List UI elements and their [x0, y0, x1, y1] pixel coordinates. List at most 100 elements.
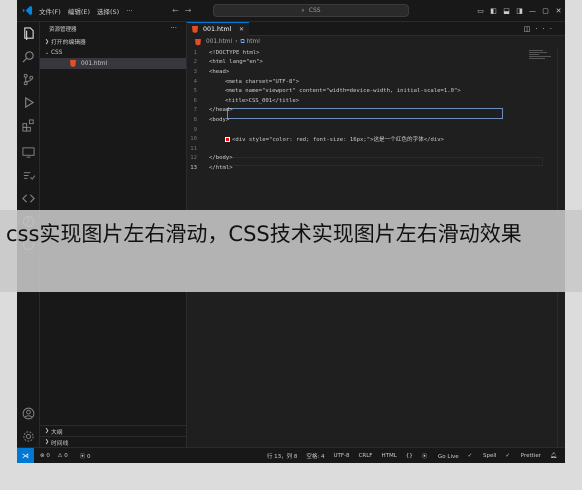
status-left: ⊗ 0 ⚠ 0 ⦿ 0	[40, 452, 103, 460]
bell-icon[interactable]: 🔔︎	[550, 453, 557, 459]
code-text: </head>	[209, 107, 233, 114]
chevron-right-icon: ❯	[44, 439, 50, 445]
breadcrumb-separator: ›	[235, 39, 238, 45]
explorer-icon[interactable]	[22, 27, 35, 40]
search-icon[interactable]	[22, 50, 35, 63]
encoding[interactable]: UTF-8	[334, 453, 350, 459]
code-line: 2 <html lang="en">	[187, 58, 565, 68]
layout-icon[interactable]: ▭	[474, 7, 487, 15]
outline-label: 大纲	[51, 429, 63, 436]
html-file-icon	[195, 38, 201, 46]
explorer-header: 资源管理器 ···	[40, 22, 186, 36]
code-line: 10 <div style="color: red; font-size: 16p…	[187, 134, 565, 144]
code-editor[interactable]: 1 <!DOCTYPE html> 2 <html lang="en"> 3 <hea…	[187, 48, 565, 173]
menu-selection[interactable]: 选择(S)	[97, 6, 119, 16]
minimap[interactable]	[529, 50, 553, 64]
editor-tabs: 001.html ✕ ◫ ···	[187, 22, 565, 36]
command-center-search[interactable]: ⌕ CSS	[213, 4, 409, 17]
language-mode[interactable]: HTML	[381, 453, 396, 459]
status-bar: ⋊ ⊗ 0 ⚠ 0 ⦿ 0 行 13，列 8 空格: 4 UTF-8 CRLF …	[17, 447, 565, 463]
file-item[interactable]: 001.html	[40, 58, 186, 69]
ports-count: 0	[87, 453, 91, 460]
menu-edit[interactable]: 编辑(E)	[68, 6, 90, 16]
breadcrumb-symbol[interactable]: html	[247, 39, 260, 45]
search-text: CSS	[308, 7, 321, 14]
code-text: <meta charset="UTF-8">	[225, 78, 300, 85]
account-icon[interactable]	[22, 407, 35, 420]
code-text: <title>CSS_001</title>	[225, 97, 300, 104]
editor-actions: ◫ ···	[524, 22, 565, 35]
layout-panel-icon[interactable]: ⬓	[500, 7, 513, 15]
line-number: 11	[190, 145, 197, 152]
folder-css[interactable]: ⌄ CSS	[40, 47, 186, 58]
remote-indicator-icon[interactable]: ⋊	[17, 447, 34, 463]
timeline-section[interactable]: ❯ 时间线	[40, 436, 187, 447]
run-debug-icon[interactable]	[22, 96, 35, 109]
ports-indicator[interactable]: ⦿ 0	[80, 452, 97, 460]
color-swatch[interactable]	[225, 136, 230, 142]
minimize-button[interactable]: —	[526, 7, 539, 15]
go-live-label: Go Live	[438, 453, 459, 460]
split-editor-icon[interactable]: ◫	[524, 25, 536, 33]
menu-more[interactable]: ···	[126, 7, 132, 15]
extensions-icon[interactable]	[22, 119, 35, 132]
code-text: <head>	[209, 68, 230, 75]
explorer-more-button[interactable]: ···	[170, 24, 177, 32]
html-file-icon	[192, 26, 198, 33]
file-label: 001.html	[81, 60, 108, 67]
line-number: 9	[193, 126, 197, 133]
cursor-position[interactable]: 行 13，列 8	[267, 452, 298, 460]
code-text: </body>	[209, 155, 233, 162]
code-line: 8 <body>	[187, 115, 565, 125]
source-control-icon[interactable]	[22, 73, 35, 86]
spell-label: Spell	[482, 452, 497, 459]
testing-icon[interactable]	[22, 169, 35, 182]
prettier-button[interactable]: ✓ Prettier	[505, 453, 541, 459]
tab-001-html[interactable]: 001.html ✕	[187, 22, 249, 36]
html-file-icon	[70, 60, 76, 67]
braces-icon[interactable]: {}	[406, 453, 413, 459]
line-number: 13	[190, 164, 197, 171]
window-controls: ▭ ◧ ⬓ ◨ — ▢ ✕	[474, 0, 565, 22]
forward-arrow-icon[interactable]: →	[185, 6, 198, 15]
code-line: 9	[187, 125, 565, 135]
spell-button[interactable]: ✓ Spell	[468, 453, 497, 459]
chevron-down-icon: ⌄	[44, 49, 50, 56]
line-number: 12	[190, 155, 197, 162]
end-of-line[interactable]: CRLF	[359, 453, 373, 459]
code-text: <html lang="en">	[209, 59, 263, 66]
errors-count: 0	[46, 452, 50, 459]
line-number: 1	[193, 49, 197, 56]
menu-file[interactable]: 文件(F)	[39, 6, 61, 16]
code-text: <!DOCTYPE html>	[209, 49, 260, 56]
restore-button[interactable]: ▢	[539, 7, 552, 15]
search-icon: ⌕	[301, 6, 305, 14]
errors-indicator[interactable]: ⊗ 0 ⚠ 0	[40, 453, 74, 459]
close-icon[interactable]: ✕	[239, 26, 244, 33]
breadcrumb-file[interactable]: 001.html	[206, 39, 232, 45]
open-editors-section[interactable]: ❯ 打开的编辑器	[40, 36, 186, 47]
folder-label: CSS	[51, 49, 63, 56]
close-button[interactable]: ✕	[552, 7, 565, 15]
nav-arrows: ←→	[172, 6, 197, 15]
go-live-button[interactable]: ⦿ Go Live	[422, 452, 459, 460]
code-line: 4 <meta charset="UTF-8">	[187, 77, 565, 87]
code-text: <body>	[209, 116, 230, 123]
code-icon[interactable]	[22, 192, 35, 205]
layout-secondary-icon[interactable]: ◨	[513, 7, 526, 15]
indentation[interactable]: 空格: 4	[306, 452, 324, 460]
tab-label: 001.html	[203, 26, 232, 33]
layout-sidebar-icon[interactable]: ◧	[487, 7, 500, 15]
caption-text: css实现图片左右滑动，CSS技术实现图片左右滑动效果	[6, 222, 522, 246]
line-number: 3	[193, 68, 197, 75]
more-actions-icon[interactable]: ···	[535, 25, 557, 33]
code-text: <div style="color: red; font-size: 16px;…	[232, 137, 444, 144]
vscode-logo-icon	[22, 5, 33, 16]
back-arrow-icon[interactable]: ←	[172, 6, 185, 15]
title-bar: 文件(F) 编辑(E) 选择(S) ··· ←→ ⌕ CSS ▭ ◧ ⬓ ◨ —…	[17, 0, 565, 22]
gear-icon[interactable]	[22, 430, 35, 443]
code-line: 6 <title>CSS_001</title>	[187, 96, 565, 106]
remote-explorer-icon[interactable]	[22, 146, 35, 159]
outline-section[interactable]: ❯ 大纲	[40, 425, 187, 436]
line-number: 6	[193, 97, 197, 104]
